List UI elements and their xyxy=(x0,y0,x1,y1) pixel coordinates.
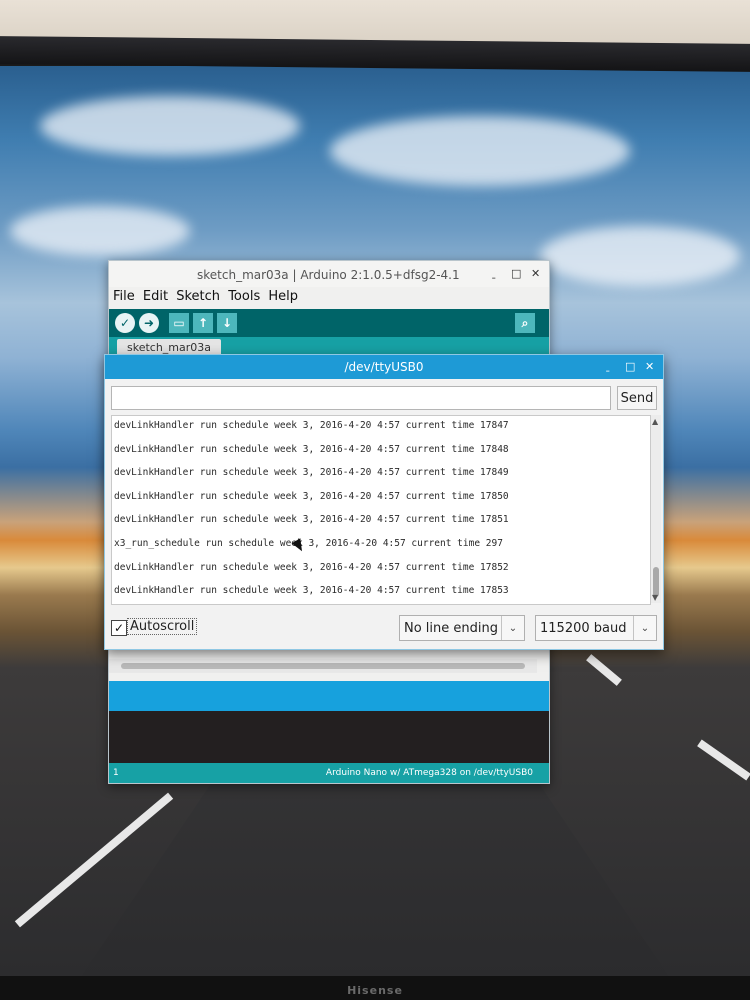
serial-monitor-window: /dev/ttyUSB0 ˍ □ ✕ Send devLinkHandler r… xyxy=(104,354,664,650)
serial-input[interactable] xyxy=(111,386,611,410)
upload-icon[interactable]: ➜ xyxy=(139,313,159,333)
output-line: devLinkHandler run schedule week 3, 2016… xyxy=(114,490,509,502)
output-line: devLinkHandler run schedule week 3, 2016… xyxy=(114,420,509,431)
open-icon[interactable]: ↑ xyxy=(193,313,213,333)
line-number: 1 xyxy=(113,768,119,778)
autoscroll-checkbox[interactable]: ✓ xyxy=(111,620,127,636)
monitor-brand-logo: Hisense xyxy=(347,984,403,997)
menu-tools[interactable]: Tools xyxy=(228,289,260,304)
chevron-down-icon: ⌄ xyxy=(501,616,524,640)
baud-rate-value: 115200 baud xyxy=(540,620,627,636)
send-button[interactable]: Send xyxy=(617,386,657,410)
output-line: devLinkHandler run schedule week 3, 2016… xyxy=(114,561,509,573)
menu-sketch[interactable]: Sketch xyxy=(176,289,220,304)
verify-icon[interactable]: ✓ xyxy=(115,313,135,333)
ide-tab-bar: sketch_mar03a xyxy=(109,337,549,356)
save-icon[interactable]: ↓ xyxy=(217,313,237,333)
output-line: x3_run_schedule run schedule week 3, 201… xyxy=(114,537,503,549)
menu-file[interactable]: File xyxy=(113,289,135,304)
menu-edit[interactable]: Edit xyxy=(143,289,168,304)
close-button[interactable]: ✕ xyxy=(645,360,654,373)
ide-menubar: File Edit Sketch Tools Help xyxy=(113,289,302,304)
ide-horizontal-scrollbar[interactable] xyxy=(109,659,537,673)
ide-status-bar: 1 Arduino Nano w/ ATmega328 on /dev/ttyU… xyxy=(109,763,549,783)
output-line: devLinkHandler run schedule week 3, 2016… xyxy=(114,514,509,526)
baud-rate-select[interactable]: 115200 baud ⌄ xyxy=(535,615,657,641)
checkmark-icon: ✓ xyxy=(113,621,125,635)
minimize-button[interactable]: ˍ xyxy=(491,267,497,280)
ide-titlebar[interactable]: sketch_mar03a | Arduino 2:1.0.5+dfsg2-4.… xyxy=(109,261,549,287)
line-ending-value: No line ending xyxy=(404,620,498,636)
output-line: devLinkHandler run schedule week 3, 2016… xyxy=(114,585,509,597)
maximize-button[interactable]: □ xyxy=(625,360,635,373)
line-ending-select[interactable]: No line ending ⌄ xyxy=(399,615,525,641)
scrollbar-thumb[interactable] xyxy=(121,663,525,669)
serial-monitor-icon[interactable]: ⌕ xyxy=(515,313,535,333)
board-info: Arduino Nano w/ ATmega328 on /dev/ttyUSB… xyxy=(325,768,533,778)
new-icon[interactable]: ▭ xyxy=(169,313,189,333)
ide-window-title: sketch_mar03a | Arduino 2:1.0.5+dfsg2-4.… xyxy=(197,268,460,282)
minimize-button[interactable]: ˍ xyxy=(605,360,611,373)
chevron-up-icon[interactable]: ▲ xyxy=(652,417,658,426)
ide-message-area xyxy=(109,681,549,711)
chevron-down-icon: ⌄ xyxy=(633,616,656,640)
serial-titlebar[interactable]: /dev/ttyUSB0 ˍ □ ✕ xyxy=(105,355,663,379)
serial-bottom-bar: ✓ Autoscroll No line ending ⌄ 115200 bau… xyxy=(105,611,663,647)
ide-toolbar: ✓ ➜ ▭ ↑ ↓ ⌕ xyxy=(109,309,549,337)
output-vertical-scrollbar[interactable]: ▲ ▼ xyxy=(651,415,661,603)
maximize-button[interactable]: □ xyxy=(511,267,521,280)
chevron-down-icon[interactable]: ▼ xyxy=(652,593,658,602)
serial-output: devLinkHandler run schedule week 3, 2016… xyxy=(111,415,651,605)
autoscroll-label[interactable]: Autoscroll xyxy=(127,618,198,635)
close-button[interactable]: ✕ xyxy=(531,267,540,280)
output-line: devLinkHandler run schedule week 3, 2016… xyxy=(114,443,509,455)
ide-console xyxy=(109,711,549,763)
output-line: devLinkHandler run schedule week 3, 2016… xyxy=(114,467,509,479)
serial-window-title: /dev/ttyUSB0 xyxy=(344,360,424,374)
menu-help[interactable]: Help xyxy=(268,289,298,304)
